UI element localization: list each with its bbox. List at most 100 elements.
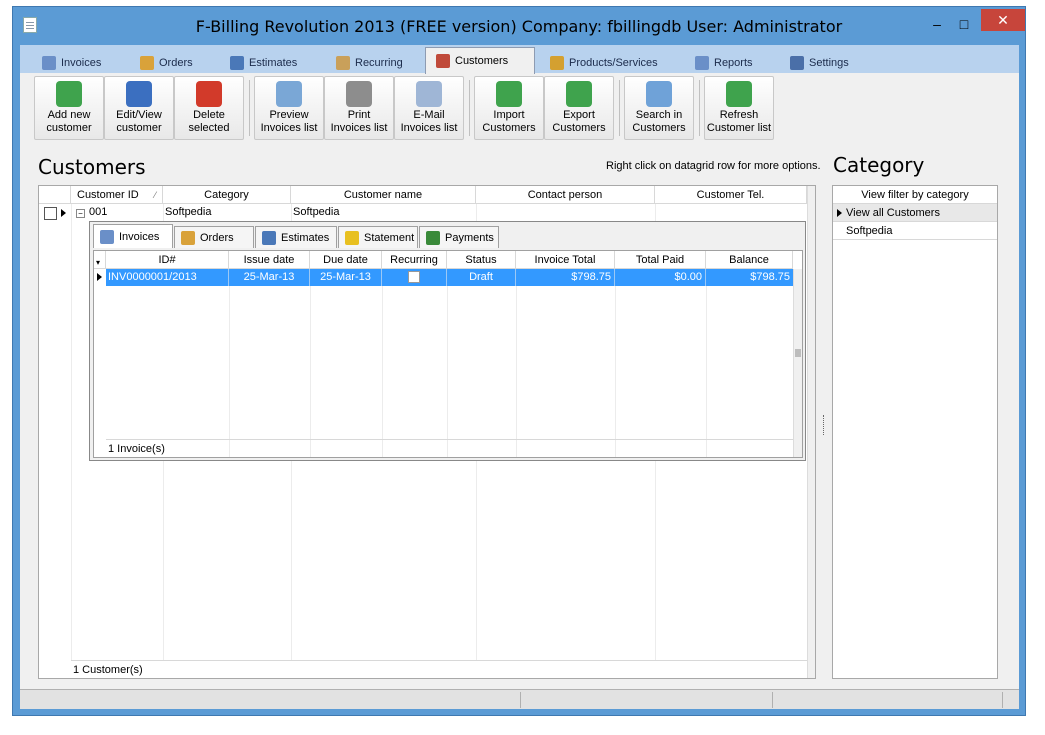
minimize-button[interactable]: –: [926, 13, 948, 35]
cell-status[interactable]: Draft: [447, 269, 516, 286]
column-category[interactable]: Category: [163, 186, 291, 204]
column-id[interactable]: ID#: [106, 251, 229, 269]
column-total-paid[interactable]: Total Paid: [615, 251, 706, 269]
button-label: Refresh: [719, 109, 759, 121]
category-heading: Category: [833, 153, 925, 177]
cell-customer-name[interactable]: Softpedia: [293, 206, 339, 218]
tab-orders[interactable]: Orders: [130, 52, 212, 73]
invoices-scrollbar[interactable]: [793, 269, 802, 457]
toolbar: Add new customer Edit/View customer Dele…: [24, 76, 1014, 142]
delete-selected-button[interactable]: Delete selected: [174, 76, 244, 140]
add-customer-button[interactable]: Add new customer: [34, 76, 104, 140]
tab-label: Settings: [809, 56, 849, 69]
recurring-icon: [336, 55, 350, 70]
button-label: customer: [46, 122, 92, 134]
column-issue-date[interactable]: Issue date: [229, 251, 310, 269]
preview-invoices-button[interactable]: Preview Invoices list: [254, 76, 324, 140]
customers-footer: 1 Customer(s): [71, 660, 807, 678]
button-label: customer: [116, 122, 162, 134]
products-icon: [550, 55, 564, 70]
detail-tab-invoices[interactable]: Invoices: [93, 224, 173, 248]
cell-due-date[interactable]: 25-Mar-13: [310, 269, 382, 286]
category-item-all[interactable]: View all Customers: [833, 204, 997, 222]
maximize-button[interactable]: □: [953, 13, 975, 35]
grid-line: [615, 286, 616, 457]
tab-recurring[interactable]: Recurring: [326, 52, 426, 73]
header-selector[interactable]: ▾: [94, 251, 106, 269]
customer-count: 1 Customer(s): [73, 664, 143, 676]
edit-customer-button[interactable]: Edit/View customer: [104, 76, 174, 140]
recurring-checkbox[interactable]: [408, 271, 420, 283]
cell-category[interactable]: Softpedia: [165, 206, 211, 218]
column-balance[interactable]: Balance: [706, 251, 793, 269]
title-bar[interactable]: F-Billing Revolution 2013 (FREE version)…: [13, 7, 1025, 45]
detail-tab-estimates[interactable]: Estimates: [255, 226, 337, 248]
export-icon: [566, 81, 592, 107]
close-button[interactable]: ✕: [981, 9, 1025, 31]
invoice-count: 1 Invoice(s): [108, 443, 165, 455]
column-invoice-total[interactable]: Invoice Total: [516, 251, 615, 269]
detail-tab-statement[interactable]: Statement: [338, 226, 418, 248]
button-label: Customer list: [706, 122, 772, 134]
import-icon: [496, 81, 522, 107]
button-label: E-Mail: [413, 109, 445, 121]
email-invoices-button[interactable]: E-Mail Invoices list: [394, 76, 464, 140]
column-contact-person[interactable]: Contact person: [476, 186, 655, 204]
button-label: Invoices list: [400, 122, 458, 134]
row-pointer-icon: [97, 273, 102, 281]
invoices-grid[interactable]: ▾ ID# Issue date Due date Recurring Stat…: [93, 250, 803, 458]
cell-invoice-id[interactable]: INV0000001/2013: [106, 269, 229, 286]
invoices-footer: 1 Invoice(s): [106, 439, 793, 457]
tab-reports[interactable]: Reports: [685, 52, 775, 73]
column-due-date[interactable]: Due date: [310, 251, 382, 269]
cell-recurring[interactable]: [382, 269, 447, 286]
collapse-row-icon[interactable]: −: [76, 209, 85, 218]
status-separator: [772, 692, 773, 708]
toolbar-separator: [249, 80, 250, 136]
button-label: Invoices list: [260, 122, 318, 134]
tab-label: Payments: [445, 231, 494, 244]
tab-customers[interactable]: Customers: [425, 47, 535, 74]
button-label: Customers: [632, 122, 686, 134]
detail-tab-payments[interactable]: Payments: [419, 226, 499, 248]
scrollbar-thumb[interactable]: [795, 349, 801, 357]
column-status[interactable]: Status: [447, 251, 516, 269]
tab-estimates[interactable]: Estimates: [220, 52, 320, 73]
row-checkbox[interactable]: [44, 207, 57, 220]
grid-line: [447, 286, 448, 457]
search-customers-button[interactable]: Search in Customers: [624, 76, 694, 140]
cell-total-paid[interactable]: $0.00: [615, 269, 706, 286]
detail-tab-orders[interactable]: Orders: [174, 226, 254, 248]
cell-balance[interactable]: $798.75: [706, 269, 793, 286]
panel-splitter[interactable]: [820, 185, 828, 679]
import-customers-button[interactable]: Import Customers: [474, 76, 544, 140]
warning-icon: [345, 230, 359, 245]
column-customer-id[interactable]: Customer ID ⁄: [71, 186, 163, 204]
export-customers-button[interactable]: Export Customers: [544, 76, 614, 140]
category-column-header[interactable]: View filter by category: [833, 186, 997, 204]
button-label: Customers: [552, 122, 606, 134]
column-customer-tel[interactable]: Customer Tel.: [655, 186, 807, 204]
refresh-customer-list-button[interactable]: Refresh Customer list: [704, 76, 774, 140]
invoice-row[interactable]: INV0000001/2013 25-Mar-13 25-Mar-13 Draf…: [106, 269, 793, 286]
orders-icon: [140, 55, 154, 70]
print-invoices-button[interactable]: Print Invoices list: [324, 76, 394, 140]
money-icon: [426, 230, 440, 245]
cell-issue-date[interactable]: 25-Mar-13: [229, 269, 310, 286]
tab-label: Orders: [159, 56, 193, 69]
estimates-icon: [262, 230, 276, 245]
column-recurring[interactable]: Recurring: [382, 251, 447, 269]
customers-heading: Customers: [38, 155, 146, 179]
cell-customer-id[interactable]: 001: [89, 206, 107, 218]
cell-invoice-total[interactable]: $798.75: [516, 269, 615, 286]
tab-invoices[interactable]: Invoices: [32, 52, 120, 73]
customers-scrollbar[interactable]: [807, 186, 815, 678]
column-customer-name[interactable]: Customer name: [291, 186, 476, 204]
category-item-softpedia[interactable]: Softpedia: [833, 222, 997, 240]
estimates-icon: [230, 55, 244, 70]
category-panel[interactable]: View filter by category View all Custome…: [832, 185, 998, 679]
tab-products-services[interactable]: Products/Services: [540, 52, 670, 73]
settings-icon: [790, 55, 804, 70]
customers-grid[interactable]: Customer ID ⁄ Category Customer name Con…: [38, 185, 816, 679]
tab-settings[interactable]: Settings: [780, 52, 880, 73]
